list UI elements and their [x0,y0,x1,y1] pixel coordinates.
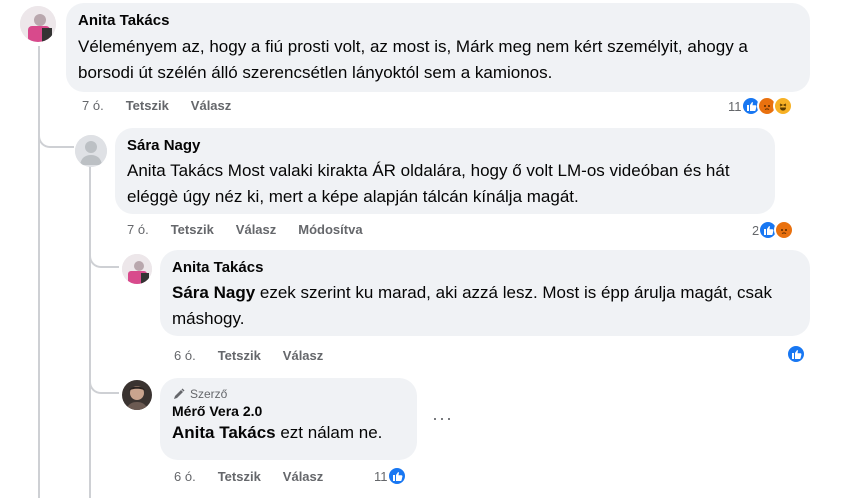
haha-reaction-icon [772,96,793,116]
comment-actions: 6 ó. Tetszik Válasz [174,469,345,484]
reply-button[interactable]: Válasz [283,469,323,484]
comment-body: ezek szerint ku marad, aki azzá lesz. Mo… [172,283,772,328]
angry-reaction-icon [774,220,795,240]
like-button[interactable]: Tetszik [218,348,261,363]
comment-author[interactable]: Anita Takács [78,11,798,31]
comment-bubble: Anita Takács Véleményem az, hogy a fiú p… [66,3,810,92]
like-button[interactable]: Tetszik [218,469,261,484]
reaction-count: 11 [728,98,742,114]
edited-label[interactable]: Módosítva [298,222,362,237]
comment-body: ezt nálam ne. [275,423,383,442]
like-reaction-icon [386,466,407,486]
comment-bubble: Szerző Mérő Vera 2.0 Anita Takács ezt ná… [160,378,417,460]
comment-actions: 6 ó. Tetszik Válasz [174,348,345,363]
author-badge: Szerző [172,386,405,402]
like-button[interactable]: Tetszik [171,222,214,237]
like-reaction-icon [786,344,806,364]
comment-text: Anita Takács ezt nálam ne. [172,420,405,446]
comment-text: Sára Nagy ezek szerint ku marad, aki azz… [172,280,798,332]
avatar-mero-vera[interactable] [122,380,152,410]
comment-text: Anita Takács Most valaki kirakta ÁR olda… [127,161,730,206]
reaction-summary[interactable]: 2 [752,220,795,240]
comment-time[interactable]: 7 ó. [82,98,104,113]
thread-line-root [38,46,40,498]
pencil-icon [174,388,185,399]
reply-button[interactable]: Válasz [236,222,276,237]
comment-actions: 7 ó. Tetszik Válasz [82,98,253,113]
comment-actions: 7 ó. Tetszik Válasz Módosítva [127,222,385,237]
mention-link[interactable]: Sára Nagy [172,283,255,302]
thread-line-nested [89,166,91,498]
reaction-count: 11 [374,468,388,484]
thread-line-nested-branch2 [89,374,119,394]
reply-button[interactable]: Válasz [283,348,323,363]
more-options-button[interactable]: ··· [432,408,453,429]
comment-text: Véleményem az, hogy a fiú prosti volt, a… [78,37,748,82]
author-badge-label: Szerző [190,387,228,401]
like-button[interactable]: Tetszik [126,98,169,113]
avatar-anita[interactable] [20,6,56,42]
comment-time[interactable]: 7 ó. [127,222,149,237]
comment-author[interactable]: Anita Takács [172,258,798,278]
mention-link[interactable]: Anita Takács [172,423,276,442]
reply-button[interactable]: Válasz [191,98,231,113]
reaction-summary[interactable]: 11 [728,96,793,116]
comment-bubble: Sára Nagy Anita Takács Most valaki kirak… [115,128,775,214]
comment-author[interactable]: Sára Nagy [127,136,763,156]
comment-time[interactable]: 6 ó. [174,348,196,363]
comment-bubble: Anita Takács Sára Nagy ezek szerint ku m… [160,250,810,336]
comment-author[interactable]: Mérő Vera 2.0 [172,402,405,420]
thread-line-branch [38,128,74,148]
comment-time[interactable]: 6 ó. [174,469,196,484]
avatar-sara[interactable] [75,135,107,167]
avatar-anita[interactable] [122,254,152,284]
thread-line-nested-branch1 [89,248,119,268]
reaction-summary[interactable]: 11 [374,466,407,486]
reaction-summary[interactable] [786,344,806,364]
